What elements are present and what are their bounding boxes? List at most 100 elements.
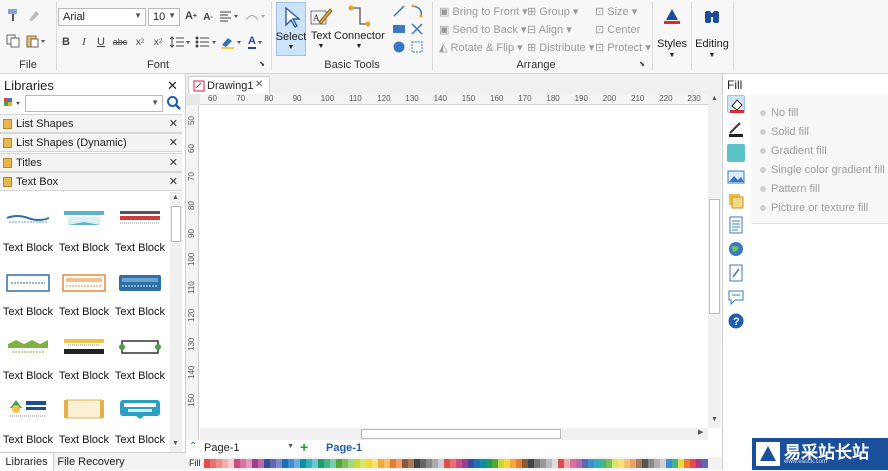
ellipse-tool-icon[interactable] [392,40,406,54]
fill-option-gradient-fill[interactable]: Gradient fill [760,145,827,157]
bullets-icon[interactable] [195,35,217,49]
align-button[interactable]: ⊟ Align ▾ [527,23,572,36]
protect-button[interactable]: ⊡ Protect ▾ [595,41,651,54]
canvas-vertical-scrollbar[interactable]: ▲ ▼ [708,94,721,428]
underline-icon[interactable]: U [95,35,107,49]
fill-bucket-icon[interactable] [727,95,745,113]
library-category-list-shapes-dynamic[interactable]: List Shapes (Dynamic) ✕ [0,133,182,152]
text-block-shape[interactable] [118,210,162,228]
color-swatch[interactable] [702,459,708,468]
text-block-shape[interactable] [118,274,162,292]
library-category-list-shapes[interactable]: List Shapes ✕ [0,114,182,133]
shrink-font-icon[interactable]: A- [201,10,215,24]
italic-icon[interactable]: I [78,35,90,49]
format-painter-icon[interactable] [6,8,20,22]
tab-file-recovery[interactable]: File Recovery [56,453,126,471]
text-block-shape[interactable] [62,338,106,356]
highlight-color-icon[interactable] [220,35,242,49]
canvas-horizontal-scrollbar[interactable]: ▶ [200,428,708,440]
library-category-text-box[interactable]: Text Box ✕ [0,172,182,191]
fill-option-pattern-fill[interactable]: Pattern fill [760,183,820,195]
text-tool-button[interactable]: A Text ▼ [308,2,334,56]
close-icon[interactable]: ✕ [169,117,178,130]
scroll-thumb[interactable] [361,429,561,439]
page-icon[interactable] [727,216,745,234]
font-color-icon[interactable]: A [245,35,267,49]
strikethrough-icon[interactable]: abc [112,35,128,49]
fill-option-single-color-gradient[interactable]: Single color gradient fill [760,164,885,176]
text-block-shape[interactable] [6,210,50,228]
globe-icon[interactable] [727,240,745,258]
connector-button[interactable]: Connector ▼ [334,2,385,56]
text-block-shape[interactable] [118,398,162,420]
comment-icon[interactable] [727,288,745,306]
text-block-shape[interactable] [6,274,50,292]
text-block-shape[interactable] [62,274,106,292]
bring-to-front-button[interactable]: ▣ Bring to Front ▾ [439,5,528,18]
superscript-icon[interactable]: x2 [151,35,165,49]
library-menu-icon[interactable] [3,95,23,111]
page-selector[interactable]: Page-1 ▼ [204,442,294,455]
point-tool-icon[interactable] [410,22,424,36]
page-tab[interactable]: Page-1 [326,442,362,454]
scroll-thumb[interactable] [709,199,720,314]
add-page-icon[interactable]: + [300,439,308,455]
image-icon[interactable] [727,168,745,186]
line-tool-icon[interactable] [392,4,406,18]
text-direction-icon[interactable] [244,9,266,23]
close-icon[interactable]: ✕ [169,175,178,188]
text-block-shape[interactable] [118,338,162,356]
send-to-back-button[interactable]: ▣ Send to Back ▾ [439,23,526,36]
scroll-right-icon[interactable]: ▶ [698,428,703,436]
font-name-select[interactable]: Arial ▼ [58,8,146,26]
align-text-icon[interactable] [219,9,239,23]
crop-tool-icon[interactable] [410,40,424,54]
editing-button[interactable]: Editing ▼ [694,4,730,64]
rectangle-tool-icon[interactable] [392,22,406,36]
scroll-down-icon[interactable]: ▼ [172,440,179,447]
rotate-flip-button[interactable]: ◭ Rotate & Flip ▾ [439,41,523,54]
document-tab[interactable]: Drawing1 ✕ [188,76,270,94]
paste-icon[interactable] [26,34,46,48]
dialog-launcher-icon[interactable]: ⬊ [258,60,266,68]
copy-icon[interactable] [6,34,20,48]
text-block-shape[interactable] [62,210,106,228]
fill-option-picture-texture[interactable]: Picture or texture fill [760,202,868,214]
close-icon[interactable]: ✕ [255,79,263,90]
close-icon[interactable]: ✕ [169,156,178,169]
scroll-up-icon[interactable]: ▲ [711,95,718,102]
library-search-input[interactable]: ▼ [25,95,163,112]
arc-tool-icon[interactable] [410,4,424,18]
center-button[interactable]: ⊡ Center [595,23,640,36]
help-icon[interactable]: ? [727,312,745,330]
styles-button[interactable]: Styles ▼ [656,4,688,64]
close-icon[interactable]: ✕ [169,136,178,149]
distribute-button[interactable]: ⊞ Distribute ▾ [527,41,594,54]
tab-libraries[interactable]: Libraries [0,453,54,471]
fill-option-solid-fill[interactable]: Solid fill [760,126,809,138]
font-size-select[interactable]: 10 ▼ [148,8,180,26]
library-scrollbar[interactable]: ▲ ▼ [170,192,182,452]
scroll-thumb[interactable] [171,206,181,242]
dialog-launcher-icon[interactable]: ⬊ [638,60,646,68]
bold-icon[interactable]: B [60,35,72,49]
shadow-icon[interactable] [727,144,745,162]
scroll-up-icon[interactable]: ▲ [172,194,179,201]
size-button[interactable]: ⊡ Size ▾ [595,5,637,18]
close-icon[interactable]: ✕ [167,78,178,94]
text-block-shape[interactable] [62,398,106,420]
layers-icon[interactable] [727,192,745,210]
search-icon[interactable] [166,95,182,111]
fill-option-no-fill[interactable]: No fill [760,107,799,119]
clear-format-icon[interactable] [26,8,40,22]
grow-font-icon[interactable]: A + [184,9,198,23]
line-spacing-icon[interactable] [169,35,191,49]
select-button[interactable]: Select ▼ [276,2,306,56]
scroll-down-icon[interactable]: ▼ [711,416,718,423]
library-category-titles[interactable]: Titles ✕ [0,153,182,172]
drawing-canvas[interactable] [200,106,708,428]
line-style-icon[interactable] [727,120,745,138]
group-button[interactable]: ⊞ Group ▾ [527,5,578,18]
document-edit-icon[interactable] [727,264,745,282]
text-block-shape[interactable] [6,398,50,420]
